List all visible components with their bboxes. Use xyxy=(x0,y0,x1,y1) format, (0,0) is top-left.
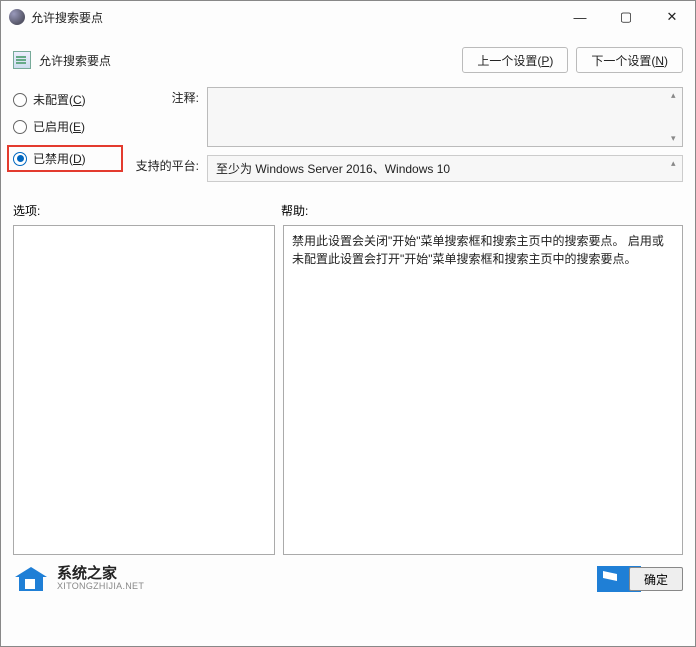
mid-section: 未配置(C) 已启用(E) 已禁用(D) 注释: ▴ ▾ 支持的平台: xyxy=(1,79,695,182)
paren: ) xyxy=(82,93,86,107)
brand: 系统之家 XITONGZHIJIA.NET xyxy=(13,565,144,593)
header-row: 允许搜索要点 上一个设置(P) 下一个设置(N) xyxy=(1,33,695,79)
platform-text: 至少为 Windows Server 2016、Windows 10 ▴ xyxy=(207,155,683,182)
footer-right: 确定 xyxy=(597,566,683,592)
radio-key: E xyxy=(73,120,81,134)
highlight-annotation: 已禁用(D) xyxy=(7,145,123,172)
next-key: N xyxy=(655,54,664,68)
brand-text: 系统之家 XITONGZHIJIA.NET xyxy=(57,566,144,592)
maximize-button[interactable]: ▢ xyxy=(603,1,649,33)
paren: ) xyxy=(549,54,553,68)
window-title: 允许搜索要点 xyxy=(31,9,557,26)
radio-indicator xyxy=(13,120,27,134)
platform-label: 支持的平台: xyxy=(133,155,199,174)
fields-column: 注释: ▴ ▾ 支持的平台: 至少为 Windows Server 2016、W… xyxy=(133,87,683,182)
help-text: 禁用此设置会关闭"开始"菜单搜索框和搜索主页中的搜索要点。 启用或未配置此设置会… xyxy=(292,234,664,266)
help-pane[interactable]: 禁用此设置会关闭"开始"菜单搜索框和搜索主页中的搜索要点。 启用或未配置此设置会… xyxy=(283,225,683,555)
radio-label: 已启用( xyxy=(33,120,73,134)
help-label: 帮助: xyxy=(281,202,308,219)
next-setting-button[interactable]: 下一个设置(N) xyxy=(576,47,683,73)
state-radio-group: 未配置(C) 已启用(E) 已禁用(D) xyxy=(13,87,123,172)
window-controls: — ▢ ✕ xyxy=(557,1,695,33)
radio-label: 未配置( xyxy=(33,93,73,107)
next-label: 下一个设置( xyxy=(591,54,655,68)
radio-not-configured[interactable]: 未配置(C) xyxy=(13,91,123,108)
paren: ) xyxy=(82,152,86,166)
radio-key: C xyxy=(73,93,82,107)
brand-en: XITONGZHIJIA.NET xyxy=(57,582,144,592)
options-label: 选项: xyxy=(13,202,281,219)
radio-key: D xyxy=(73,152,82,166)
radio-label: 已禁用( xyxy=(33,152,73,166)
close-button[interactable]: ✕ xyxy=(649,1,695,33)
brand-logo-icon xyxy=(13,565,49,593)
platform-value: 至少为 Windows Server 2016、Windows 10 xyxy=(216,162,450,176)
minimize-button[interactable]: — xyxy=(557,1,603,33)
scroll-up-icon: ▴ xyxy=(671,158,679,169)
radio-disabled[interactable]: 已禁用(D) xyxy=(13,150,86,167)
lower-labels: 选项: 帮助: xyxy=(1,182,695,225)
previous-setting-button[interactable]: 上一个设置(P) xyxy=(462,47,568,73)
ok-button[interactable]: 确定 xyxy=(629,567,683,591)
paren: ) xyxy=(81,120,85,134)
policy-icon xyxy=(13,51,31,69)
panes: 禁用此设置会关闭"开始"菜单搜索框和搜索主页中的搜索要点。 启用或未配置此设置会… xyxy=(1,225,695,555)
comment-label: 注释: xyxy=(133,87,199,106)
radio-column: 未配置(C) 已启用(E) 已禁用(D) xyxy=(13,87,123,182)
options-pane[interactable] xyxy=(13,225,275,555)
radio-enabled[interactable]: 已启用(E) xyxy=(13,118,123,135)
comment-row: 注释: ▴ ▾ xyxy=(133,87,683,147)
policy-title: 允许搜索要点 xyxy=(39,52,454,69)
scroll-up-icon: ▴ xyxy=(671,90,679,101)
brand-cn: 系统之家 xyxy=(57,566,144,583)
footer: 系统之家 XITONGZHIJIA.NET 确定 xyxy=(1,555,695,599)
radio-indicator xyxy=(13,93,27,107)
comment-textarea[interactable]: ▴ ▾ xyxy=(207,87,683,147)
paren: ) xyxy=(664,54,668,68)
titlebar: 允许搜索要点 — ▢ ✕ xyxy=(1,1,695,33)
platform-row: 支持的平台: 至少为 Windows Server 2016、Windows 1… xyxy=(133,155,683,182)
app-icon xyxy=(9,9,25,25)
prev-label: 上一个设置( xyxy=(477,54,541,68)
scroll-down-icon: ▾ xyxy=(671,133,679,144)
radio-indicator xyxy=(13,152,27,166)
